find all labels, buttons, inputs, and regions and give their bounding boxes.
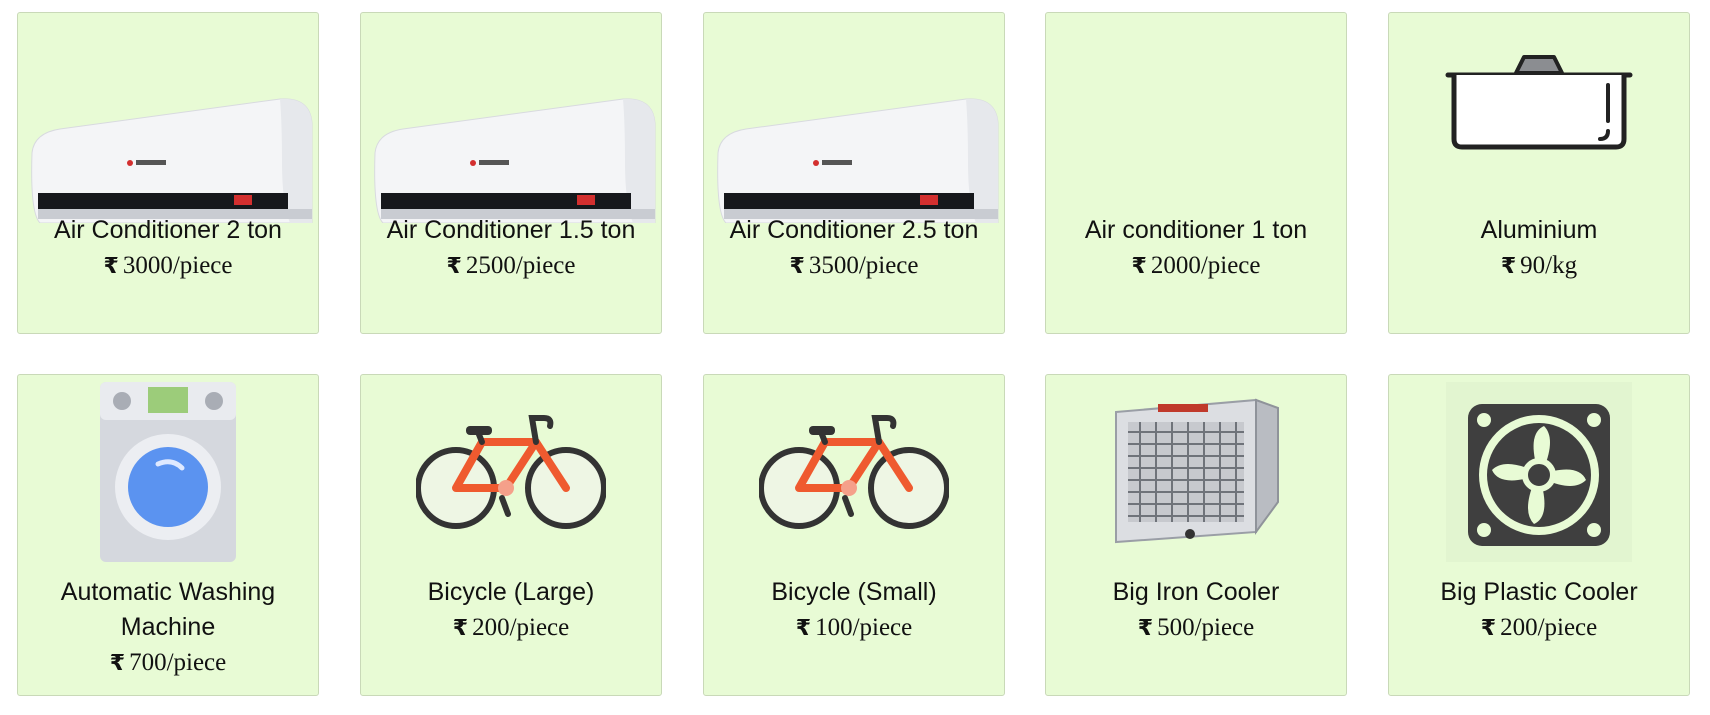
price-value: 2000/piece — [1150, 252, 1261, 279]
bicycle-icon — [361, 379, 661, 564]
product-card[interactable]: Air conditioner 1 ton ₹2000/piece — [1045, 12, 1347, 334]
product-price: ₹2500/piece — [361, 248, 661, 284]
product-price: ₹2000/piece — [1046, 248, 1346, 284]
rupee-icon: ₹ — [446, 254, 462, 279]
price-value: 100/piece — [815, 614, 913, 641]
washing-machine-icon — [18, 379, 318, 564]
air-conditioner-image — [18, 73, 318, 233]
product-card[interactable]: Bicycle (Large) ₹200/piece — [360, 374, 662, 696]
fan-icon — [1389, 379, 1689, 564]
product-price: ₹3500/piece — [704, 248, 1004, 284]
product-card[interactable]: Bicycle (Small) ₹100/piece — [703, 374, 1005, 696]
price-value: 2500/piece — [465, 252, 576, 279]
iron-cooler-image — [1046, 379, 1346, 564]
product-card[interactable]: Big Iron Cooler ₹500/piece — [1045, 374, 1347, 696]
rupee-icon: ₹ — [1500, 254, 1517, 279]
product-price: ₹200/piece — [1389, 610, 1689, 646]
rupee-icon: ₹ — [103, 254, 119, 279]
product-card[interactable]: Air Conditioner 2 ton ₹3000/piece — [17, 12, 319, 334]
product-card[interactable]: Air Conditioner 2.5 ton ₹3500/piece — [703, 12, 1005, 334]
price-value: 200/piece — [1500, 614, 1598, 641]
product-name: Automatic Washing Machine — [60, 578, 276, 641]
product-price: ₹500/piece — [1046, 610, 1346, 646]
product-price: ₹700/piece — [18, 645, 318, 681]
product-name: Air Conditioner 2.5 ton — [729, 216, 979, 244]
product-price: ₹200/piece — [361, 610, 661, 646]
price-value: 200/piece — [472, 614, 570, 641]
air-conditioner-image — [361, 73, 661, 233]
rupee-icon: ₹ — [795, 616, 812, 641]
product-price: ₹100/piece — [704, 610, 1004, 646]
product-grid: Air Conditioner 2 ton ₹3000/piece Air Co… — [0, 0, 1710, 715]
rupee-icon: ₹ — [1480, 616, 1497, 641]
air-conditioner-image — [704, 73, 1004, 233]
price-value: 500/piece — [1157, 614, 1255, 641]
product-name: Bicycle (Large) — [427, 578, 595, 606]
product-price: ₹90/kg — [1389, 248, 1689, 284]
product-name: Air Conditioner 1.5 ton — [386, 216, 636, 244]
product-name: Air Conditioner 2 ton — [54, 216, 282, 244]
rupee-icon: ₹ — [109, 651, 126, 676]
rupee-icon: ₹ — [1131, 254, 1147, 279]
price-value: 90/kg — [1520, 252, 1578, 279]
product-price: ₹3000/piece — [18, 248, 318, 284]
product-name: Big Iron Cooler — [1112, 578, 1280, 606]
price-value: 3500/piece — [808, 252, 919, 279]
product-name: Air conditioner 1 ton — [1084, 216, 1308, 244]
product-card[interactable]: Big Plastic Cooler ₹200/piece — [1388, 374, 1690, 696]
rupee-icon: ₹ — [1137, 616, 1154, 641]
product-name: Bicycle (Small) — [771, 578, 937, 606]
rupee-icon: ₹ — [452, 616, 469, 641]
rupee-icon: ₹ — [789, 254, 805, 279]
bicycle-icon — [704, 379, 1004, 564]
aluminium-pan-icon — [1389, 53, 1689, 153]
price-value: 3000/piece — [122, 252, 233, 279]
product-name: Big Plastic Cooler — [1440, 578, 1638, 606]
product-name: Aluminium — [1480, 216, 1598, 244]
product-card[interactable]: Air Conditioner 1.5 ton ₹2500/piece — [360, 12, 662, 334]
price-value: 700/piece — [129, 649, 227, 676]
product-card[interactable]: Aluminium ₹90/kg — [1388, 12, 1690, 334]
product-card[interactable]: Automatic Washing Machine ₹700/piece — [17, 374, 319, 696]
